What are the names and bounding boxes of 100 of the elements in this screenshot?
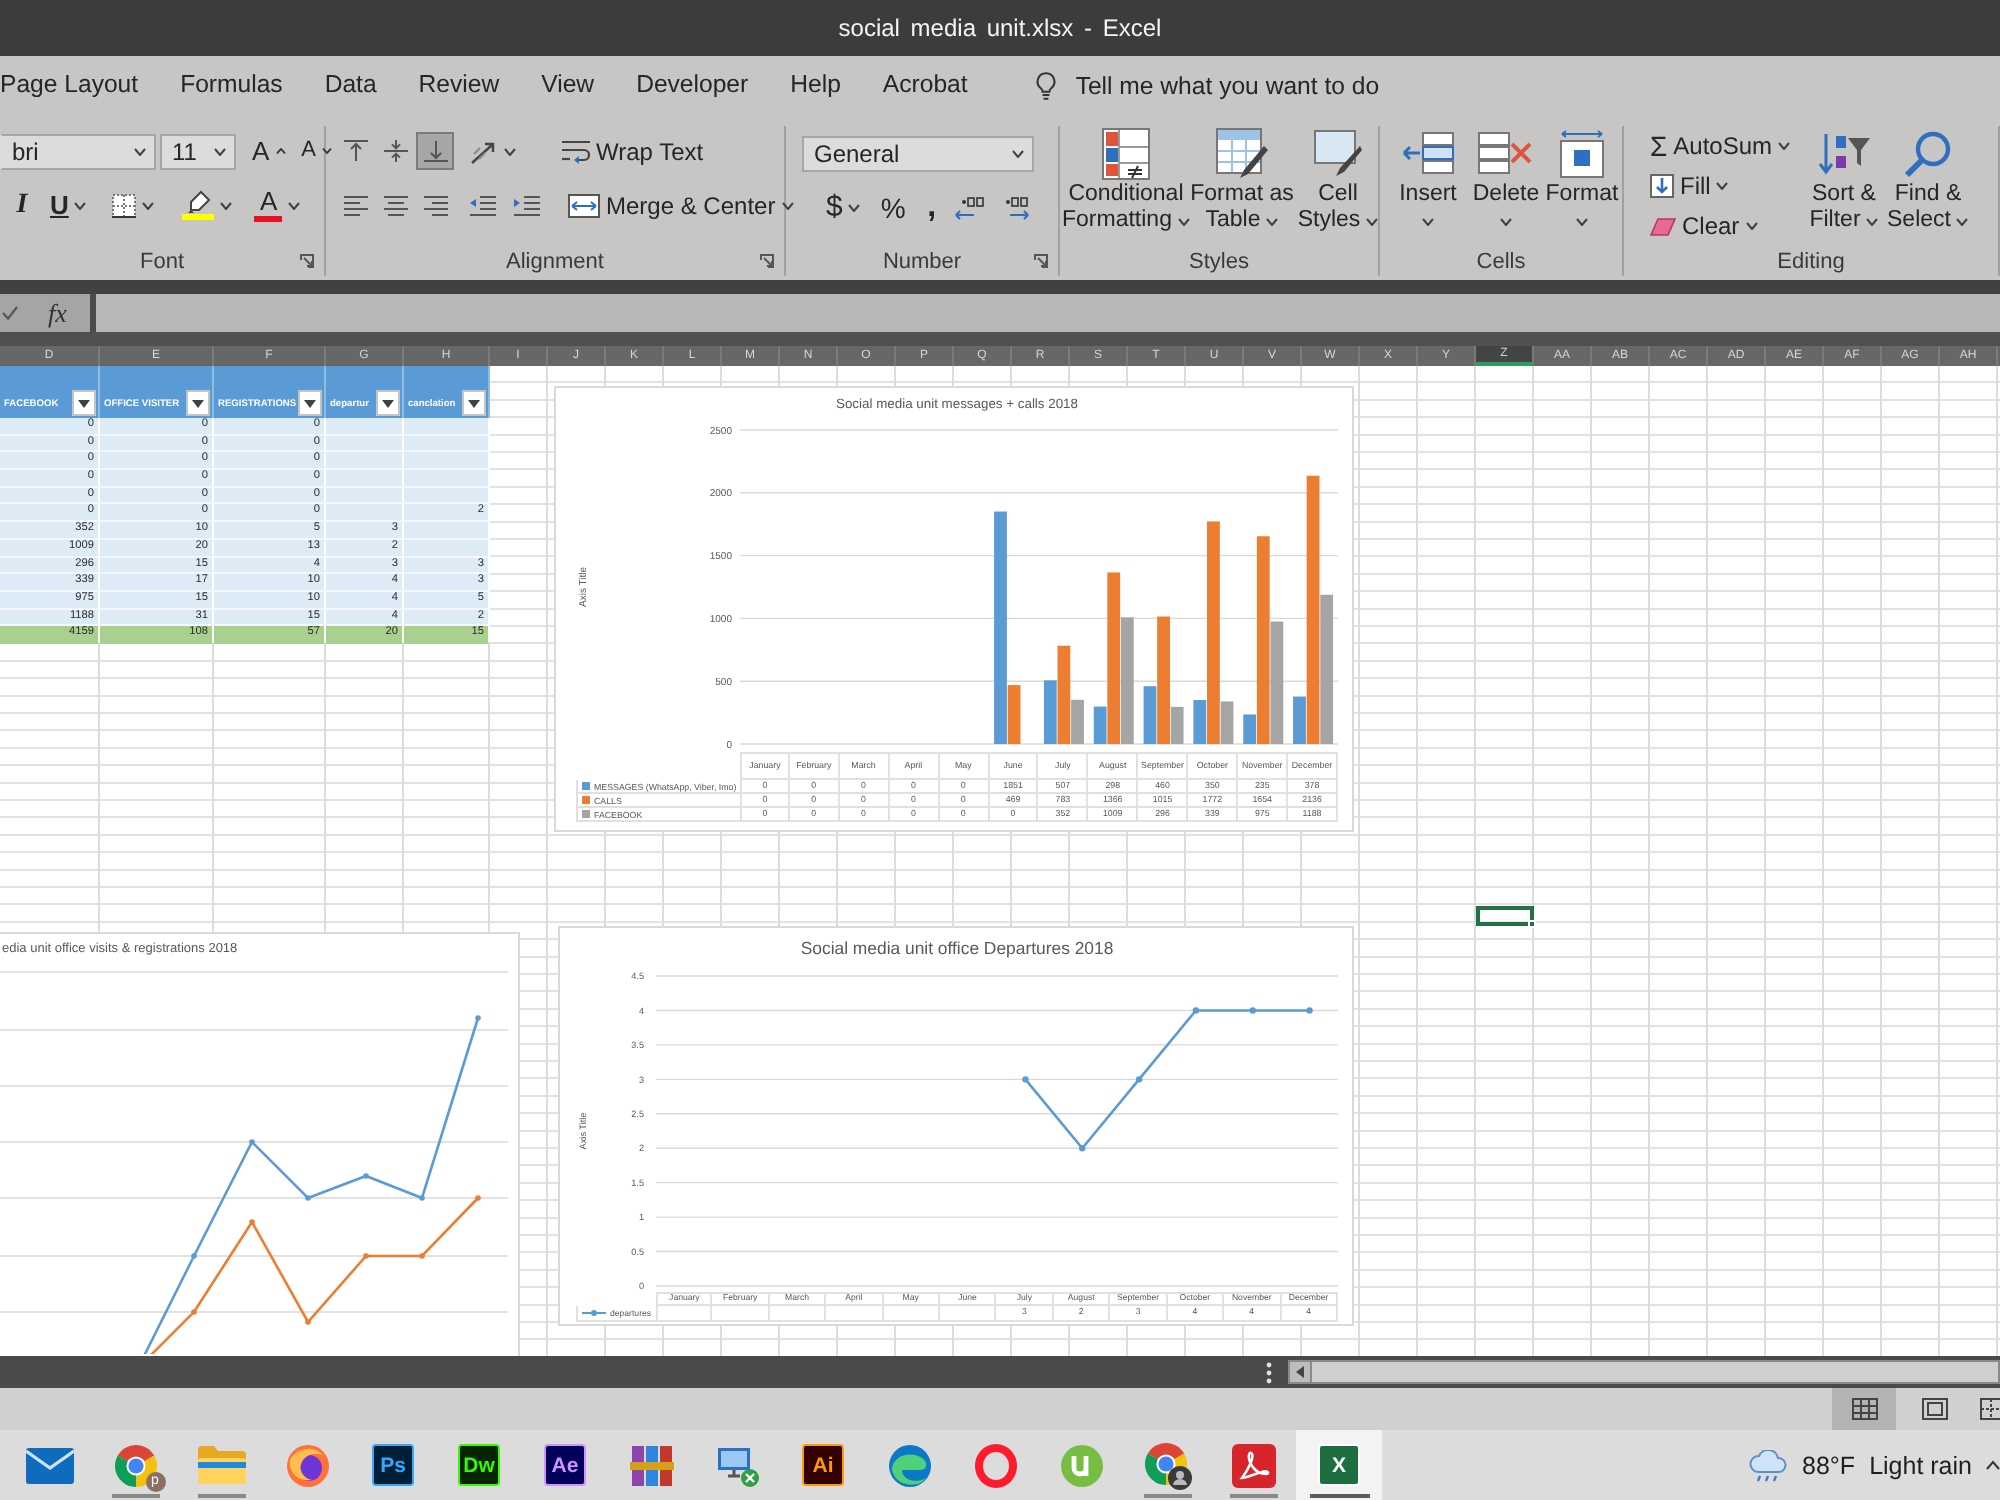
filter-dropdown-button[interactable] [186,390,210,416]
taskbar-button[interactable]: Dw [436,1430,522,1500]
caret-icon [1012,149,1024,157]
logo-tile: X [1318,1444,1360,1486]
caret-icon [214,147,226,155]
insert-cells-icon [1402,132,1454,176]
ribbon-tab[interactable]: Help [790,62,841,110]
book-stack-icon [629,1443,673,1487]
underline-button[interactable]: U [42,186,95,224]
filter-dropdown-button[interactable] [298,390,322,416]
cells-button[interactable]: Insert [1386,126,1470,242]
ribbon-tab[interactable]: Review [418,62,500,110]
caret-icon [1576,217,1588,225]
caret-icon [1500,217,1512,225]
caret-icon [1366,217,1379,225]
ring-icon [973,1443,1017,1487]
caret-icon [288,201,301,209]
currency-button[interactable]: $ [818,188,869,226]
caret-icon [134,147,146,155]
autosum-button[interactable]: Σ AutoSum [1642,128,1799,164]
font-size-field[interactable]: 11 [160,133,236,169]
ribbon-tab[interactable]: Acrobat [882,62,968,110]
taskbar-button[interactable]: X [1296,1430,1382,1500]
taskbar-button[interactable]: Ae [522,1430,608,1500]
down-caret-icon [322,148,333,154]
styles-button[interactable]: Cell Styles [1296,126,1380,242]
ribbon-tab[interactable]: View [541,62,595,110]
tell-me-field[interactable]: Tell me what you want to do [1075,72,1380,100]
increase-decimal-icon [953,195,986,219]
editing-button[interactable]: Find & Select [1884,126,1972,242]
taskbar-button[interactable]: Ps [350,1430,436,1500]
shrink-font-button[interactable]: A [295,132,339,170]
document-swirl-icon [1231,1443,1275,1487]
wrap-text-button[interactable]: Wrap Text [554,132,712,170]
underline-bar-icon [254,216,283,222]
search-icon [1904,130,1952,178]
italic-button[interactable]: I [6,186,38,224]
number-format-field[interactable]: General [802,135,1034,171]
caret-icon [142,201,155,209]
horizontal-align-icon [343,195,367,215]
more-vertical-icon [1266,1361,1272,1383]
envelope-icon [25,1447,73,1483]
table-brush-icon [1216,128,1268,180]
grid-view-icon [1851,1398,1877,1420]
delete-cells-icon [1478,132,1534,176]
clear-button[interactable]: Clear [1642,208,1766,244]
triangle-left-icon [1296,1366,1304,1378]
ribbon-tab[interactable]: Data [324,62,377,110]
segmented-circle-icon [113,1443,157,1487]
ribbon-tab[interactable]: Formulas [180,62,283,110]
insert-function-button[interactable]: fx [48,300,67,326]
fill-button[interactable]: Fill [1642,168,1737,204]
horizontal-scrollbar[interactable] [1288,1360,2000,1384]
filter-dropdown-button[interactable] [72,390,96,416]
chevron-up-icon [1986,1460,2000,1470]
ribbon-tab[interactable]: Developer [636,62,749,110]
increase-indent-icon [514,195,540,215]
vertical-align-icon [343,140,367,162]
styles-button[interactable]: Conditional Formatting [1064,126,1188,242]
vertical-align-button[interactable] [416,132,454,170]
styles-button[interactable]: Format as Table [1190,126,1294,242]
scroll-left-button[interactable] [1290,1362,1312,1382]
logo-tile: Dw [458,1444,500,1486]
angled-text-icon [470,139,498,163]
logo-tile: Ps [372,1444,414,1486]
dialog-launcher-icon[interactable] [1034,254,1048,268]
font-color-button[interactable]: A [246,186,309,224]
triangle-down-icon [382,399,394,407]
font-name-field[interactable]: bri [0,133,156,169]
lightbulb-icon [1035,72,1056,100]
cells-button[interactable]: Format [1542,126,1622,242]
dialog-launcher-icon[interactable] [760,254,774,268]
ribbon-tab[interactable]: Page Layout [0,62,139,110]
caret-icon [1266,217,1279,225]
taskbar-button[interactable]: Ai [780,1430,866,1500]
editing-button[interactable]: Sort & Filter [1804,126,1884,242]
group-label: Editing [1777,249,1845,273]
cells-button[interactable]: Delete [1470,126,1542,242]
view-button[interactable] [1832,1388,1896,1430]
window-title: social media unit.xlsx - Excel [838,14,1162,42]
monitor-icon [715,1443,759,1487]
sort-filter-icon [1818,132,1870,176]
percent-button[interactable]: % [872,188,914,226]
wrap-text-icon [562,139,590,163]
caret-icon [504,147,516,155]
merge-center-button[interactable]: Merge & Center [560,186,802,224]
mu-circle-icon [1059,1443,1103,1487]
caret-icon [1716,182,1729,190]
vertical-align-icon [383,140,407,162]
wave-circle-icon [887,1443,931,1487]
comma-style-button[interactable]: , [917,188,946,226]
filter-dropdown-button[interactable] [462,390,486,416]
selected-cell[interactable] [1476,906,1534,926]
filter-dropdown-button[interactable] [376,390,400,416]
highlighter-icon [182,190,215,220]
fill-handle[interactable] [1528,920,1536,928]
caret-icon [74,201,87,209]
caret-icon [1745,222,1758,230]
dialog-launcher-icon[interactable] [300,254,314,268]
grow-font-button[interactable]: A [246,132,292,170]
